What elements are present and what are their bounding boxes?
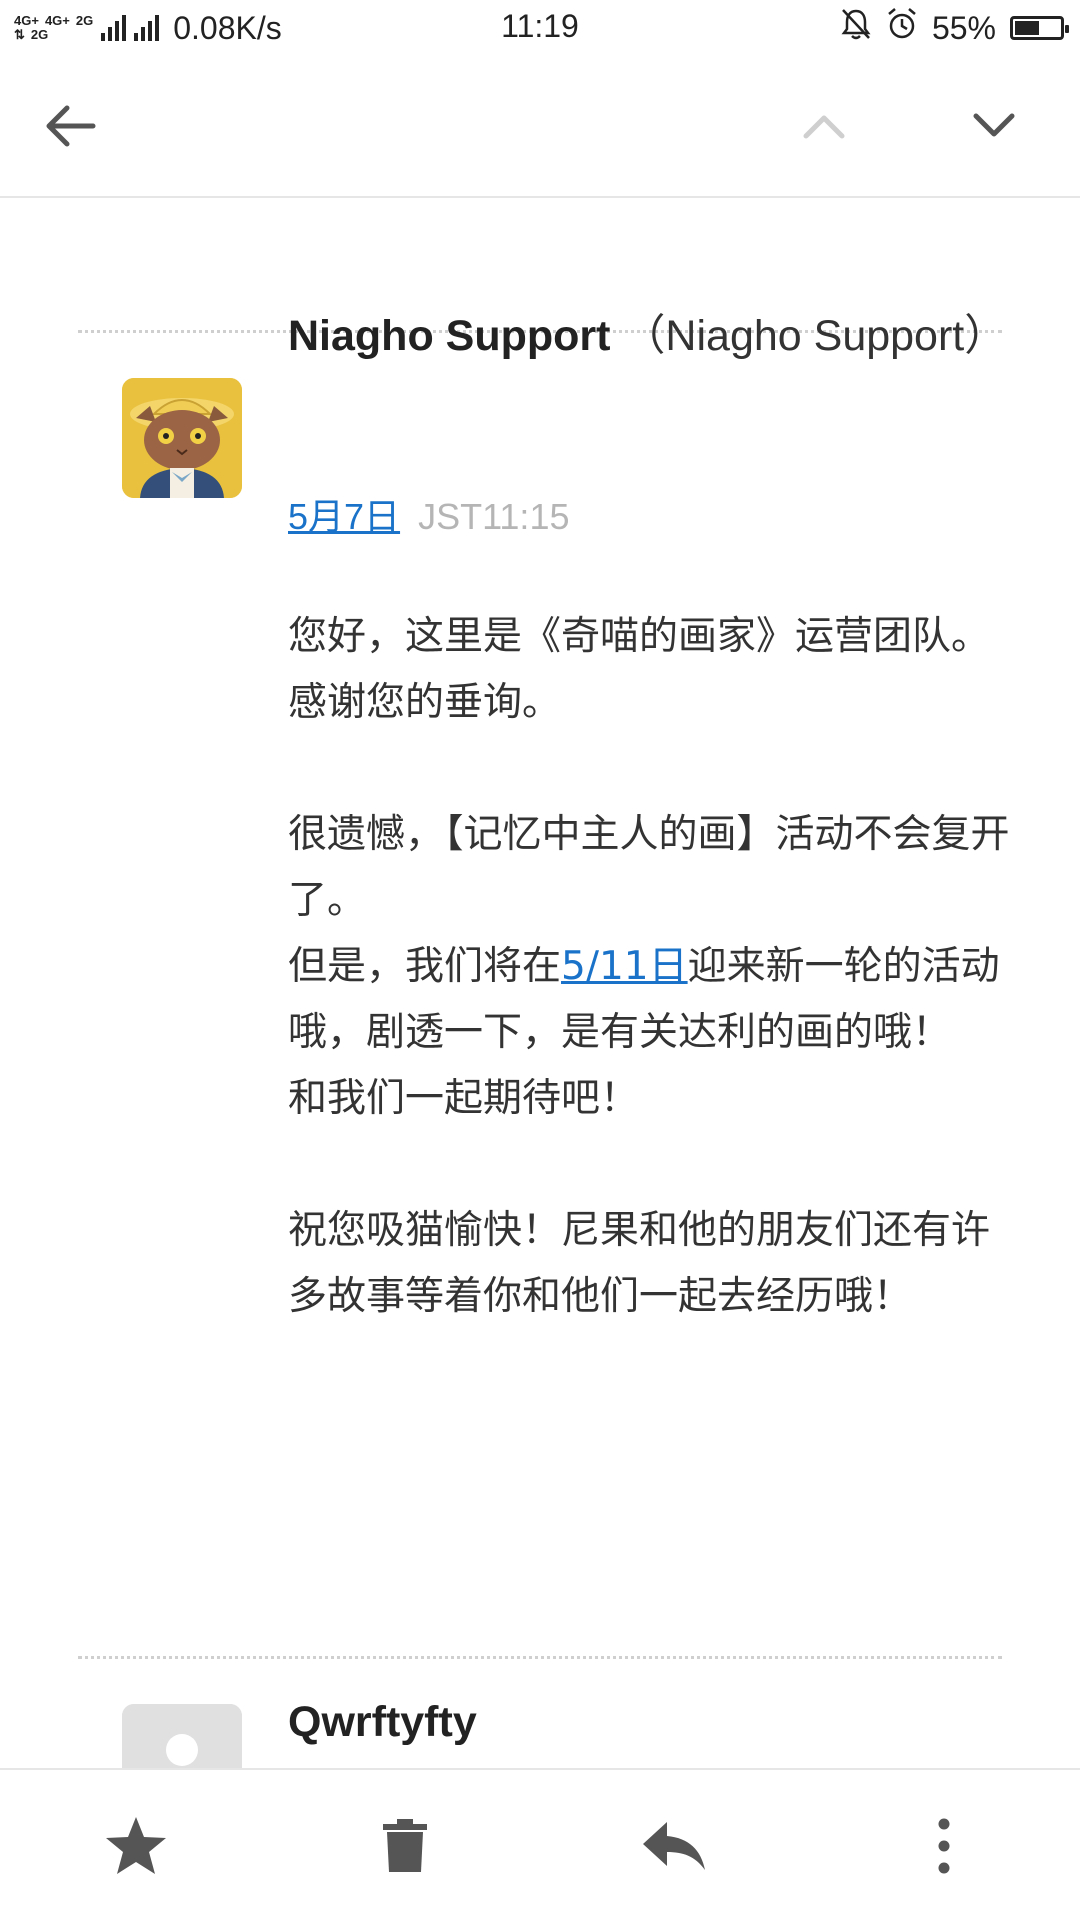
back-button[interactable] — [30, 86, 110, 166]
previous-message-button[interactable] — [784, 86, 864, 166]
sender-name-2: Qwrftyfty — [288, 1698, 477, 1746]
delete-button[interactable] — [365, 1806, 445, 1886]
message-divider — [78, 1656, 1002, 1659]
date-link[interactable]: 5/11日 — [561, 944, 688, 989]
message-meta: 5月7日 JST11:15 — [288, 488, 569, 540]
app-bar — [0, 56, 1080, 198]
bottom-toolbar — [0, 1768, 1080, 1920]
battery-percent: 55% — [931, 9, 996, 46]
sender-name: Niagho Support — [288, 312, 611, 360]
star-button[interactable] — [96, 1806, 176, 1886]
message-date-link[interactable]: 5月7日 — [288, 496, 400, 537]
star-icon — [106, 1817, 166, 1874]
message-thread[interactable]: Niagho Support （Niagho Support） 5月7日 JST… — [0, 198, 1080, 1768]
battery-level — [1015, 21, 1039, 35]
sender-avatar[interactable] — [122, 378, 242, 498]
alarm-icon — [886, 7, 918, 49]
back-arrow-icon — [46, 105, 96, 147]
chevron-up-icon — [803, 115, 845, 139]
message-body: 您好，这里是《奇喵的画家》运营团队。 感谢您的垂询。 很遗憾，【记忆中主人的画】… — [288, 604, 1018, 1330]
screen: 4G+ 4G+ 2G ⇅ 2G 0.08K/s 11:19 55% Niagho… — [0, 0, 1080, 1920]
sender-address: （Niagho Support） — [622, 312, 1008, 360]
body-paragraph: 感谢您的垂询。 — [288, 680, 562, 725]
body-text: 但是，我们将在 — [288, 944, 562, 989]
next-message-button[interactable] — [954, 86, 1034, 166]
body-paragraph: 和我们一起期待吧！ — [288, 1076, 640, 1121]
sender-avatar-2[interactable] — [122, 1704, 242, 1768]
body-paragraph: 您好，这里是《奇喵的画家》运营团队。 — [288, 614, 991, 659]
message-time: JST11:15 — [418, 496, 570, 537]
sender-line: Niagho Support （Niagho Support） — [288, 308, 1008, 364]
chevron-down-icon — [973, 113, 1015, 137]
cat-avatar-icon — [122, 378, 242, 498]
system-indicators: 55% — [840, 6, 1069, 50]
more-vert-icon — [938, 1818, 950, 1874]
status-bar: 4G+ 4G+ 2G ⇅ 2G 0.08K/s 11:19 55% — [0, 0, 1080, 56]
body-paragraph: 但是，我们将在5/11日迎来新一轮的活动哦，剧透一下，是有关达利的画的哦！ — [288, 934, 1018, 1066]
person-placeholder-icon — [122, 1704, 242, 1768]
more-options-button[interactable] — [904, 1806, 984, 1886]
body-paragraph: 祝您吸猫愉快！尼果和他的朋友们还有许多故事等着你和他们一起去经历哦！ — [288, 1208, 991, 1319]
body-paragraph: 很遗憾，【记忆中主人的画】活动不会复开了。 — [288, 812, 1010, 923]
reply-icon — [643, 1822, 705, 1870]
reply-button[interactable] — [634, 1806, 714, 1886]
bell-off-icon — [840, 7, 872, 49]
battery-icon — [1010, 16, 1069, 40]
trash-icon — [383, 1819, 427, 1872]
